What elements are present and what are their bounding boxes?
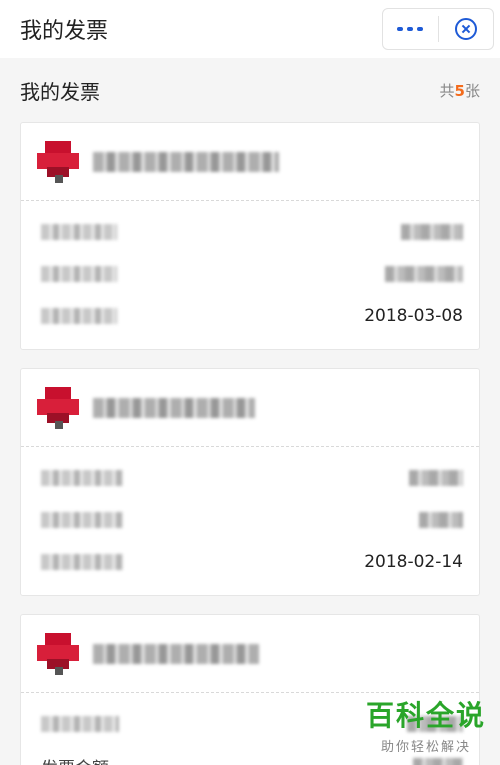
invoice-row [41, 499, 463, 541]
invoice-count: 共5张 [440, 80, 480, 101]
field-value-redacted [409, 470, 463, 486]
field-value-redacted [413, 758, 463, 765]
invoice-row [41, 253, 463, 295]
watermark-logo: 百科全说 助你轻松解决 [366, 694, 486, 755]
more-dots-icon [397, 27, 424, 31]
section-header: 我的发票 共5张 [0, 58, 500, 122]
field-label-redacted [41, 224, 117, 240]
company-logo-icon [37, 632, 79, 675]
field-value-redacted [419, 512, 463, 528]
watermark-title: 百科全说 [365, 699, 486, 732]
top-bar: 我的发票 [0, 0, 500, 58]
field-label-redacted [41, 554, 123, 570]
count-number: 5 [454, 81, 465, 100]
invoice-card[interactable]: 2018-03-08 [20, 122, 480, 350]
invoice-row: 2018-03-08 [41, 295, 463, 337]
company-name-redacted [93, 151, 279, 172]
field-label-redacted [41, 716, 119, 732]
invoice-row: 2018-02-14 [41, 541, 463, 583]
field-label-redacted [41, 308, 117, 324]
invoice-row [41, 457, 463, 499]
company-name-redacted [93, 643, 259, 664]
invoice-card[interactable]: 2018-02-14 [20, 368, 480, 596]
watermark-subtitle: 助你轻松解决 [380, 740, 471, 755]
field-label-redacted [41, 470, 123, 486]
invoice-card-header [21, 369, 479, 447]
page-title: 我的发票 [20, 19, 109, 44]
field-value-redacted [401, 224, 463, 240]
invoice-card-header [21, 123, 479, 201]
invoice-row [41, 211, 463, 253]
count-prefix: 共 [439, 81, 455, 100]
more-button[interactable] [383, 9, 438, 49]
field-value-redacted [385, 266, 463, 282]
circle-close-icon [454, 18, 477, 40]
invoice-card-body: 2018-02-14 [21, 447, 479, 595]
amount-label: 发票金额 [41, 754, 109, 765]
field-label-redacted [41, 266, 117, 282]
invoice-date: 2018-03-08 [364, 306, 463, 326]
close-button[interactable] [439, 9, 494, 49]
invoice-date: 2018-02-14 [364, 552, 463, 572]
company-name-redacted [93, 397, 255, 418]
company-logo-icon [37, 140, 79, 183]
field-label-redacted [41, 512, 123, 528]
section-title: 我的发票 [20, 79, 100, 104]
mini-program-capsule [382, 8, 494, 50]
count-suffix: 张 [464, 81, 480, 100]
company-logo-icon [37, 386, 79, 429]
invoice-card-body: 2018-03-08 [21, 201, 479, 349]
invoice-card-header [21, 615, 479, 693]
